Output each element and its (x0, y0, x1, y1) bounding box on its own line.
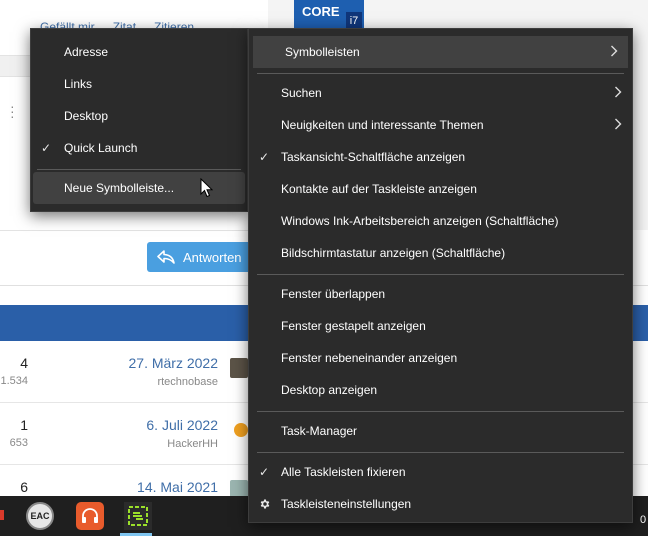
menu-item-label: Taskleisteneinstellungen (281, 497, 412, 511)
mouse-cursor-icon (200, 177, 214, 203)
chevron-right-icon (614, 86, 622, 101)
gear-icon (259, 498, 271, 513)
eac-app-icon[interactable]: EAC (26, 502, 54, 530)
menu-item-news-interests[interactable]: Neuigkeiten und interessante Themen (249, 109, 632, 141)
divider (0, 230, 268, 231)
last-post-date[interactable]: 27. März 2022 (129, 355, 219, 371)
more-options-icon[interactable]: · · · (10, 99, 15, 123)
menu-item-label: Neuigkeiten und interessante Themen (281, 118, 484, 132)
menu-separator (37, 169, 241, 170)
menu-item-label: Symbolleisten (285, 45, 360, 59)
menu-item-windows-ink[interactable]: Windows Ink-Arbeitsbereich anzeigen (Sch… (249, 205, 632, 237)
menu-item-cascade-windows[interactable]: Fenster überlappen (249, 278, 632, 310)
menu-item-label: Fenster gestapelt anzeigen (281, 319, 426, 333)
last-post-date[interactable]: 6. Juli 2022 (146, 417, 218, 433)
menu-item-show-contacts[interactable]: Kontakte auf der Taskleiste anzeigen (249, 173, 632, 205)
last-post-user[interactable]: HackerHH (167, 438, 218, 450)
menu-item-label: Quick Launch (64, 141, 138, 155)
menu-separator (257, 452, 624, 453)
menu-item-label: Kontakte auf der Taskleiste anzeigen (281, 182, 477, 196)
checkmark-icon: ✓ (41, 141, 52, 155)
reply-count: 6 (20, 479, 28, 495)
menu-item-show-desktop[interactable]: Desktop anzeigen (249, 374, 632, 406)
menu-item-label: Alle Taskleisten fixieren (281, 465, 406, 479)
headphones-icon (82, 508, 98, 523)
reply-count: 4 (20, 355, 28, 371)
ad-text: CORE (302, 4, 340, 19)
menu-item-label: Fenster nebeneinander anzeigen (281, 351, 458, 365)
taskbar-context-menu[interactable]: Symbolleisten Suchen Neuigkeiten und int… (248, 28, 633, 523)
last-post-date[interactable]: 14. Mai 2021 (137, 479, 218, 495)
menu-item-task-manager[interactable]: Task-Manager (249, 415, 632, 447)
menu-separator (257, 73, 624, 74)
submenu-item-desktop[interactable]: Desktop (31, 100, 247, 132)
menu-item-label: Desktop (64, 109, 109, 123)
avatar (230, 358, 248, 378)
headphones-app-icon[interactable] (76, 502, 104, 530)
menu-item-lock-taskbars[interactable]: ✓ Alle Taskleisten fixieren (249, 456, 632, 488)
menu-separator (257, 411, 624, 412)
last-post-user[interactable]: rtechnobase (157, 376, 218, 388)
menu-item-search[interactable]: Suchen (249, 77, 632, 109)
menu-item-toolbars[interactable]: Symbolleisten (253, 36, 628, 68)
menu-item-label: Bildschirmtastatur anzeigen (Schaltfläch… (281, 246, 506, 260)
avatar (234, 423, 248, 437)
menu-item-taskbar-settings[interactable]: Taskleisteneinstellungen (249, 488, 632, 520)
avatar (230, 480, 248, 496)
partial-app-icon[interactable] (0, 510, 4, 520)
submenu-item-quick-launch[interactable]: ✓ Quick Launch (31, 132, 247, 164)
menu-item-label: Taskansicht-Schaltfläche anzeigen (281, 150, 466, 164)
menu-item-label: Windows Ink-Arbeitsbereich anzeigen (Sch… (281, 214, 559, 228)
menu-item-label: Desktop anzeigen (281, 383, 378, 397)
reply-count: 1 (20, 417, 28, 433)
checkmark-icon: ✓ (259, 150, 270, 164)
submenu-item-links[interactable]: Links (31, 68, 247, 100)
chevron-right-icon (610, 45, 618, 60)
reply-button[interactable]: Antworten (147, 242, 257, 272)
menu-item-label: Task-Manager (281, 424, 358, 438)
app-icon-green[interactable] (124, 502, 152, 530)
menu-item-side-by-side[interactable]: Fenster nebeneinander anzeigen (249, 342, 632, 374)
tray-text: 0 (640, 514, 647, 526)
view-count: 1.534 (0, 375, 28, 387)
menu-item-label: Adresse (64, 45, 109, 59)
menu-separator (257, 274, 624, 275)
menu-item-touch-keyboard[interactable]: Bildschirmtastatur anzeigen (Schaltfläch… (249, 237, 632, 269)
menu-item-label: Neue Symbolleiste... (64, 181, 175, 195)
reply-label: Antworten (183, 249, 242, 265)
view-count: 653 (9, 437, 28, 449)
menu-item-label: Suchen (281, 86, 322, 100)
toolbars-submenu[interactable]: Adresse Links Desktop ✓ Quick Launch Neu… (30, 28, 248, 212)
checkmark-icon: ✓ (259, 465, 270, 479)
reply-icon (157, 250, 175, 264)
chevron-right-icon (614, 118, 622, 133)
submenu-item-address[interactable]: Adresse (31, 36, 247, 68)
menu-item-task-view-button[interactable]: ✓ Taskansicht-Schaltfläche anzeigen (249, 141, 632, 173)
green-app-icon (128, 506, 148, 526)
menu-item-stack-windows[interactable]: Fenster gestapelt anzeigen (249, 310, 632, 342)
eac-label: EAC (30, 511, 50, 521)
menu-item-label: Links (64, 77, 93, 91)
menu-item-label: Fenster überlappen (281, 287, 386, 301)
